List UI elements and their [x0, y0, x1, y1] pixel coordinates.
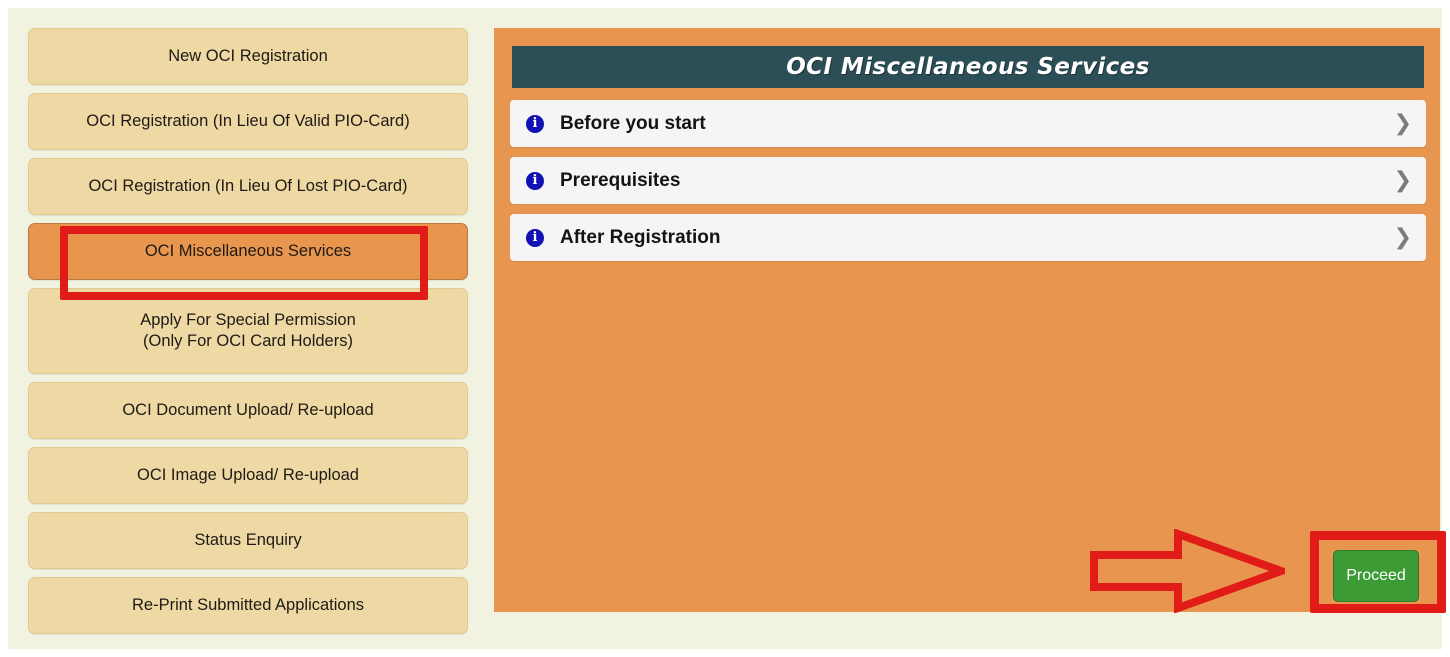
sidebar-item-label: OCI Document Upload/ Re-upload: [122, 401, 374, 420]
sidebar-item-new-oci-registration[interactable]: New OCI Registration: [28, 28, 468, 85]
proceed-button[interactable]: Proceed: [1333, 550, 1419, 602]
accordion-item-prerequisites[interactable]: i Prerequisites ❯: [510, 157, 1426, 204]
sidebar-item-label: OCI Registration (In Lieu Of Valid PIO-C…: [86, 112, 410, 131]
accordion-list: i Before you start ❯ i Prerequisites ❯ i…: [510, 100, 1426, 271]
accordion-item-after-registration[interactable]: i After Registration ❯: [510, 214, 1426, 261]
sidebar-item-label-line2: (Only For OCI Card Holders): [143, 332, 353, 350]
sidebar-item-oci-registration-lost-pio[interactable]: OCI Registration (In Lieu Of Lost PIO-Ca…: [28, 158, 468, 215]
sidebar-item-apply-for-special-permission[interactable]: Apply For Special Permission (Only For O…: [28, 288, 468, 374]
sidebar-item-label-line1: Apply For Special Permission: [140, 311, 356, 330]
accordion-item-label: After Registration: [560, 226, 721, 248]
accordion-item-label: Prerequisites: [560, 169, 681, 191]
sidebar-item-label: Apply For Special Permission (Only For O…: [29, 310, 467, 351]
info-icon: i: [526, 114, 544, 133]
accordion-item-label: Before you start: [560, 112, 706, 134]
sidebar-item-label: Re-Print Submitted Applications: [131, 596, 365, 615]
sidebar-item-re-print-submitted-applications[interactable]: Re-Print Submitted Applications: [28, 577, 468, 634]
accordion-item-before-you-start[interactable]: i Before you start ❯: [510, 100, 1426, 147]
sidebar-item-label: Status Enquiry: [194, 531, 302, 550]
page-canvas: New OCI Registration OCI Registration (I…: [8, 8, 1446, 649]
page-title: OCI Miscellaneous Services: [512, 46, 1424, 88]
sidebar-item-label: OCI Image Upload/ Re-upload: [137, 466, 359, 485]
sidebar-nav: New OCI Registration OCI Registration (I…: [28, 28, 468, 636]
sidebar-item-status-enquiry[interactable]: Status Enquiry: [28, 512, 468, 569]
main-panel: OCI Miscellaneous Services i Before you …: [494, 28, 1440, 612]
sidebar-item-label: New OCI Registration: [168, 47, 328, 66]
info-icon: i: [526, 228, 544, 247]
chevron-right-icon[interactable]: ❯: [1394, 169, 1412, 192]
chevron-right-icon[interactable]: ❯: [1394, 226, 1412, 249]
sidebar-item-label: OCI Miscellaneous Services: [144, 242, 352, 261]
sidebar-item-oci-registration-valid-pio[interactable]: OCI Registration (In Lieu Of Valid PIO-C…: [28, 93, 468, 150]
sidebar-item-oci-miscellaneous-services[interactable]: OCI Miscellaneous Services: [28, 223, 468, 280]
sidebar-item-label: OCI Registration (In Lieu Of Lost PIO-Ca…: [88, 177, 408, 196]
sidebar-item-oci-image-upload[interactable]: OCI Image Upload/ Re-upload: [28, 447, 468, 504]
sidebar-item-oci-document-upload[interactable]: OCI Document Upload/ Re-upload: [28, 382, 468, 439]
chevron-right-icon[interactable]: ❯: [1394, 112, 1412, 135]
info-icon: i: [526, 171, 544, 190]
page-root: New OCI Registration OCI Registration (I…: [0, 0, 1450, 657]
